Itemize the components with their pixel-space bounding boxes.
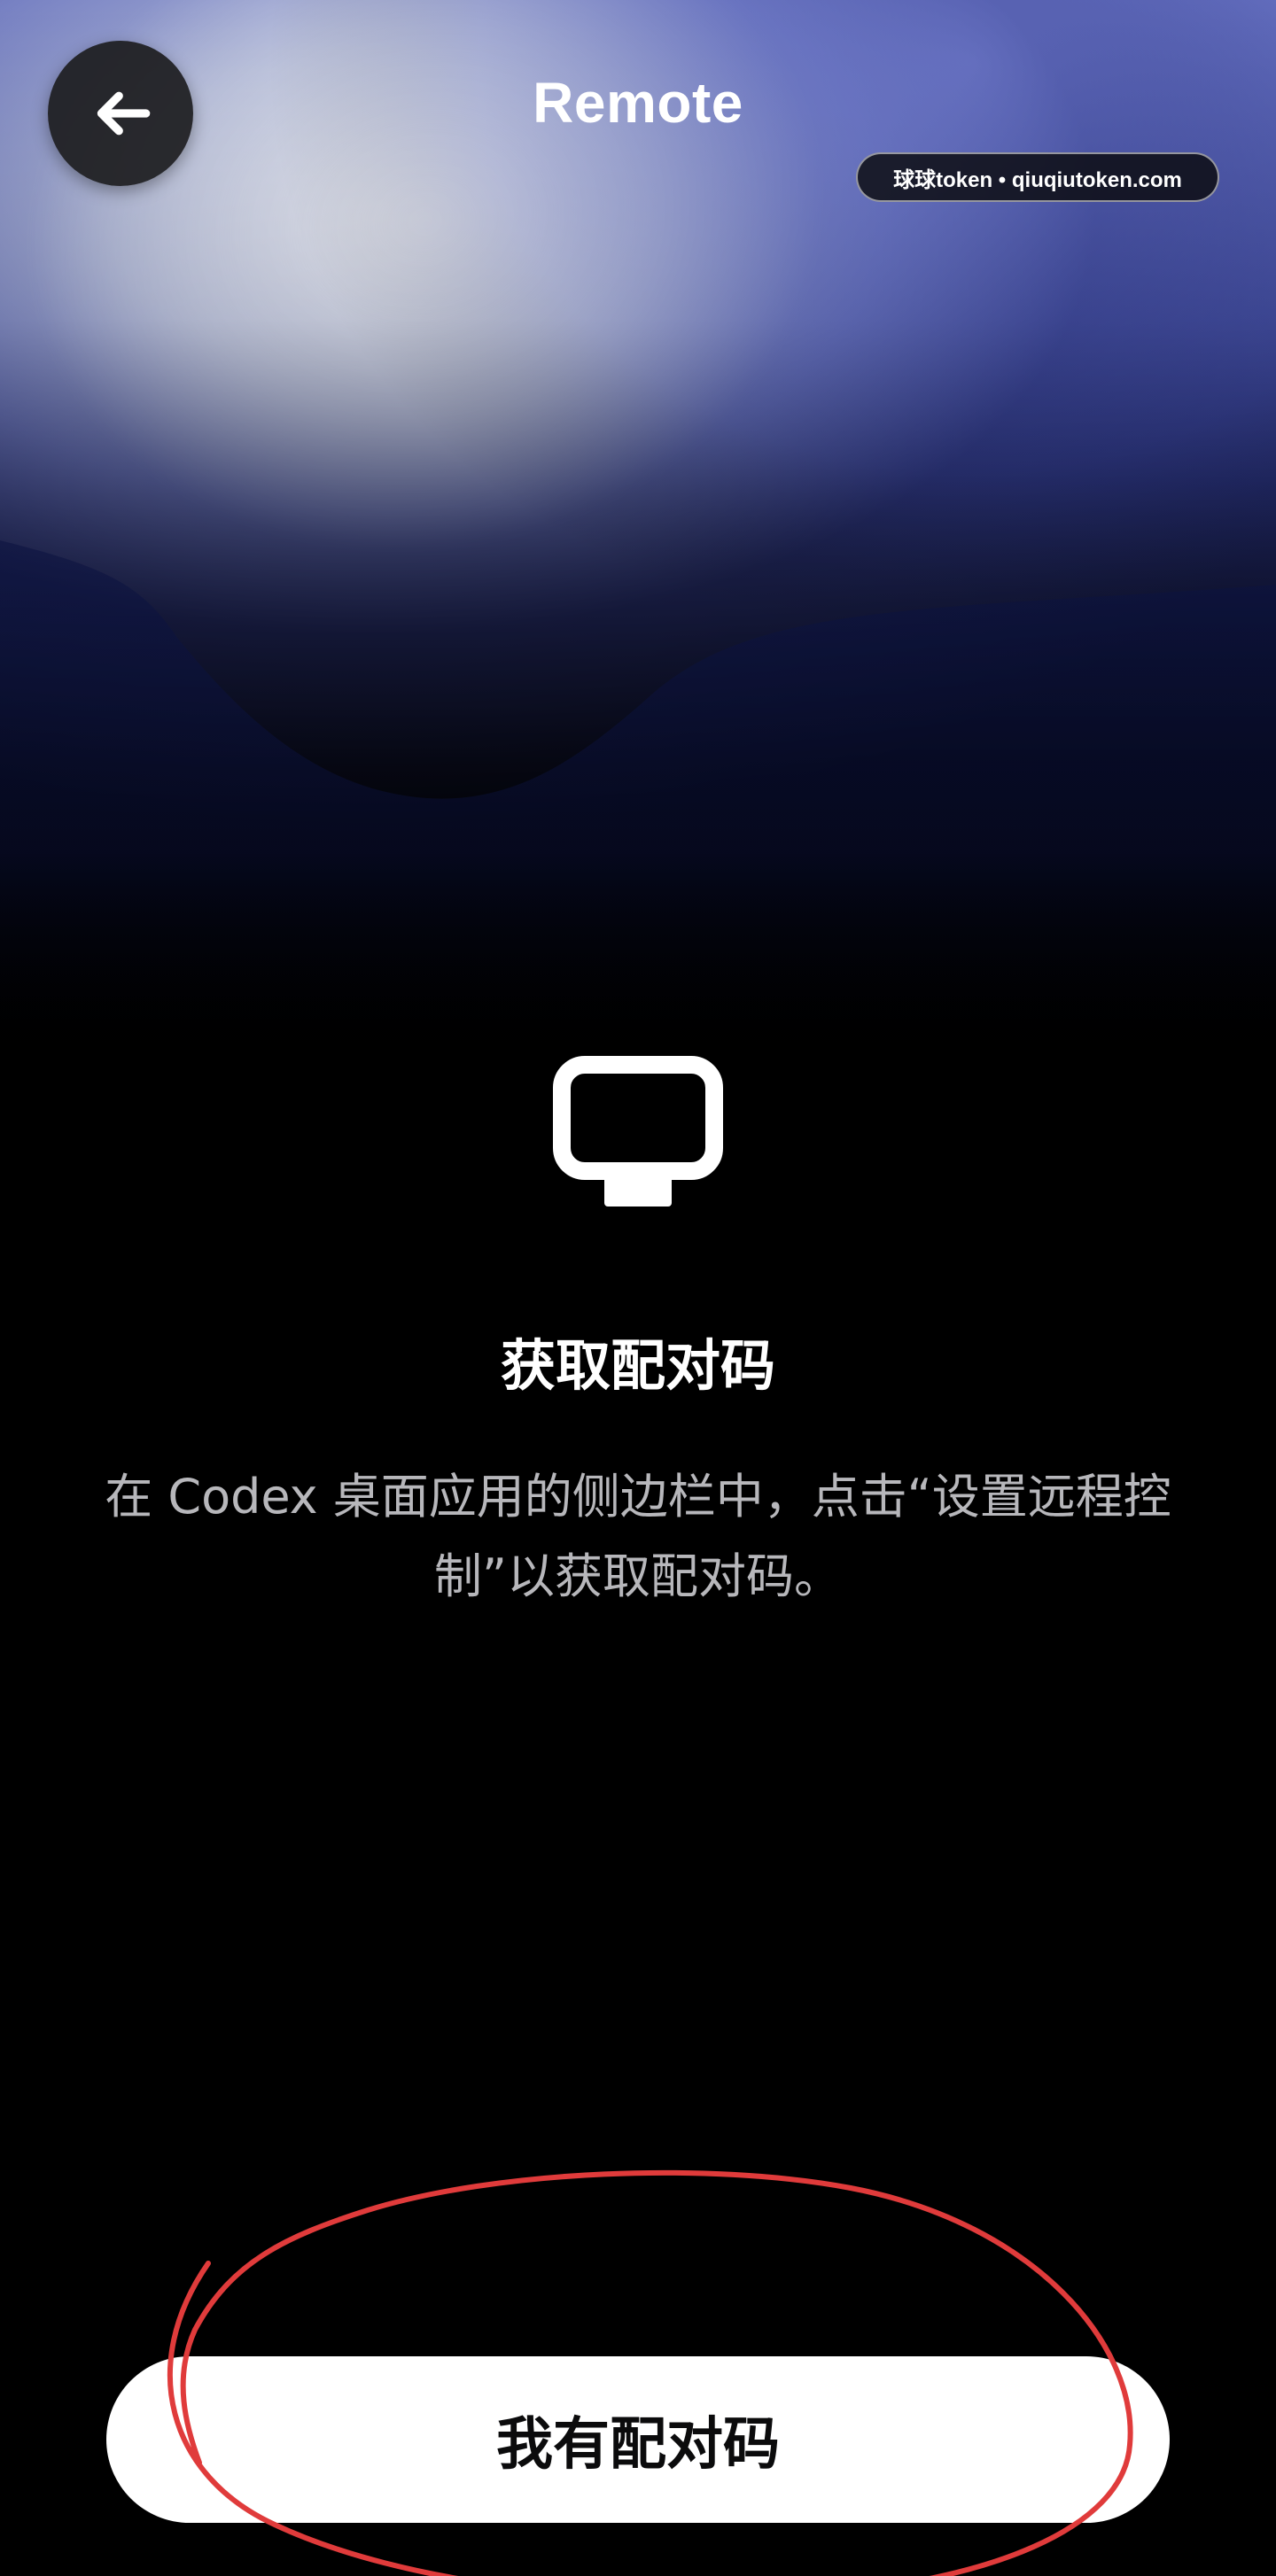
page-title: Remote [533, 71, 743, 135]
have-pairing-code-button[interactable]: 我有配对码 [106, 2356, 1170, 2523]
watermark-badge: 球球token • qiuqiutoken.com [856, 152, 1219, 202]
monitor-icon [549, 1054, 727, 1217]
pairing-heading: 获取配对码 [500, 1333, 775, 1398]
pairing-description: 在 Codex 桌面应用的侧边栏中，点击“设置远程控制”以获取配对码。 [105, 1469, 1171, 1604]
